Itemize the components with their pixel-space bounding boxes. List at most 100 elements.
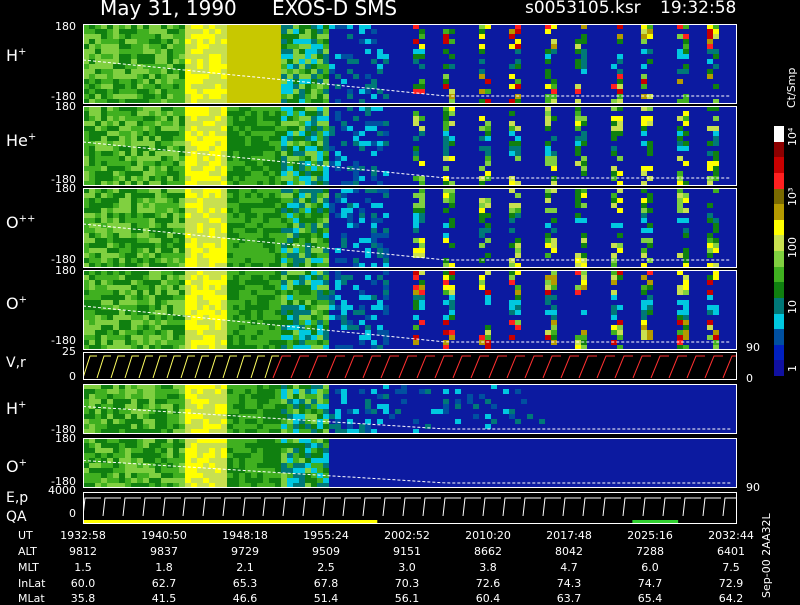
- spectrogram-cell: [137, 181, 143, 186]
- axis-value: 4.7: [560, 561, 578, 574]
- spectrogram-cell: [317, 228, 323, 233]
- spectrogram-cell: [257, 443, 263, 448]
- spectrogram-cell: [347, 188, 353, 193]
- spectrogram-cell: [287, 429, 293, 434]
- spectrogram-cell: [137, 448, 143, 453]
- spectrogram-cell: [323, 121, 329, 126]
- spectrogram-cell: [281, 208, 287, 213]
- spectrogram-cell: [89, 258, 95, 263]
- spectrogram-cell: [293, 414, 299, 419]
- spectrogram-cell: [179, 161, 185, 166]
- spectrogram-cell: [263, 29, 269, 34]
- spectrogram-cell: [305, 463, 311, 468]
- spectrogram-cell: [161, 478, 167, 483]
- spectrogram-cell: [545, 69, 551, 74]
- spectrogram-cell: [287, 94, 293, 99]
- spectrogram-cell: [323, 384, 329, 389]
- spectrogram-cell: [515, 248, 521, 253]
- spectrogram-cell: [263, 198, 269, 203]
- spectrogram-cell: [143, 275, 149, 280]
- instrument-title: EXOS-D SMS: [272, 0, 398, 20]
- spectrogram-cell: [251, 295, 257, 300]
- spectrogram-cell: [173, 161, 179, 166]
- spectrogram-cell: [125, 198, 131, 203]
- spectrogram-cell: [233, 213, 239, 218]
- spectrogram-cell: [293, 24, 299, 29]
- spectrogram-cell: [191, 458, 197, 463]
- spectrogram-cell: [143, 330, 149, 335]
- spectrogram-cell: [617, 198, 623, 203]
- spectrogram-cell: [215, 483, 221, 488]
- spectrogram-cell: [167, 389, 173, 394]
- spectrogram-cell: [287, 463, 293, 468]
- spectrogram-cell: [281, 458, 287, 463]
- spectrogram-cell: [641, 208, 647, 213]
- spectrogram-cell: [251, 384, 257, 389]
- spectrogram-cell: [299, 300, 305, 305]
- spectrogram-cell: [119, 453, 125, 458]
- spectrogram-cell: [245, 54, 251, 59]
- spectrogram-cell: [83, 468, 89, 473]
- spectrogram-cell: [383, 121, 389, 126]
- spectrogram-cell: [239, 24, 245, 29]
- spectrogram-cell: [83, 116, 89, 121]
- spectrogram-cell: [257, 54, 263, 59]
- spectrogram-cell: [581, 24, 587, 29]
- spectrogram-cell: [257, 171, 263, 176]
- spectrogram-cell: [113, 320, 119, 325]
- spectrogram-cell: [509, 218, 515, 223]
- spectrogram-cell: [281, 203, 287, 208]
- spectrogram-cell: [269, 39, 275, 44]
- spectrogram-cell: [515, 64, 521, 69]
- spectrogram-cell: [179, 458, 185, 463]
- spectrogram-cell: [245, 146, 251, 151]
- spectrogram-cell: [125, 335, 131, 340]
- spectrogram-cell: [335, 429, 341, 434]
- spectrogram-cell: [131, 213, 137, 218]
- spectrogram-cell: [155, 275, 161, 280]
- spectrogram-cell: [191, 270, 197, 275]
- spectrogram-cell: [443, 49, 449, 54]
- spectrogram-cell: [101, 106, 107, 111]
- spectrogram-cell: [125, 345, 131, 350]
- spectrogram-cell: [89, 463, 95, 468]
- spectrogram-cell: [713, 131, 719, 136]
- spectrogram-cell: [647, 305, 653, 310]
- spectrogram-cell: [617, 275, 623, 280]
- spectrogram-cell: [239, 253, 245, 258]
- spectrogram-cell: [617, 126, 623, 131]
- spectrogram-cell: [149, 79, 155, 84]
- spectrogram-cell: [119, 389, 125, 394]
- spectrogram-cell: [173, 156, 179, 161]
- spectrogram-cell: [179, 453, 185, 458]
- spectrogram-cell: [311, 330, 317, 335]
- spectrogram-cell: [647, 121, 653, 126]
- spectrogram-cell: [329, 315, 335, 320]
- spectrogram-cell: [311, 473, 317, 478]
- spectrogram-cell: [161, 99, 167, 104]
- spectrogram-cell: [149, 243, 155, 248]
- spectrogram-cell: [509, 305, 515, 310]
- spectrogram-cell: [287, 409, 293, 414]
- spectrogram-cell: [113, 166, 119, 171]
- spectrogram-cell: [203, 483, 209, 488]
- right-tick-v-bottom: 0: [746, 372, 753, 385]
- spectrogram-cell: [287, 136, 293, 141]
- spectrogram-cell: [227, 325, 233, 330]
- spectrogram-cell: [125, 193, 131, 198]
- spectrogram-cell: [185, 275, 191, 280]
- spectrogram-cell: [209, 24, 215, 29]
- spectrogram-cell: [713, 335, 719, 340]
- spectrogram-cell: [245, 325, 251, 330]
- spectrogram-cell: [287, 290, 293, 295]
- spectrogram-cell: [125, 218, 131, 223]
- spectrogram-cell: [155, 171, 161, 176]
- spectrogram-cell: [95, 394, 101, 399]
- spectrogram-cell: [251, 325, 257, 330]
- spectrogram-cell: [167, 193, 173, 198]
- spectrogram-cell: [197, 203, 203, 208]
- spectrogram-cell: [479, 49, 485, 54]
- spectrogram-cell: [167, 483, 173, 488]
- spectrogram-cell: [617, 248, 623, 253]
- spectrogram-cell: [179, 468, 185, 473]
